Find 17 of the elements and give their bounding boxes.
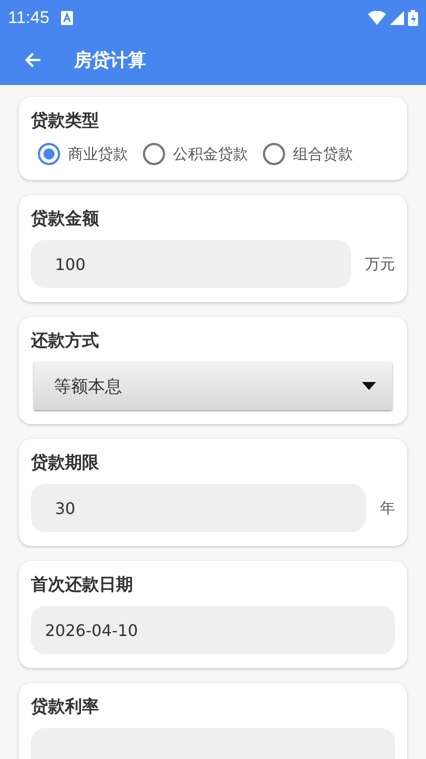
section-title: 还款方式 bbox=[31, 330, 100, 352]
section-title: 贷款金额 bbox=[31, 208, 100, 230]
radio-option[interactable]: 公积金贷款 bbox=[142, 142, 248, 166]
section-title: 贷款类型 bbox=[31, 110, 100, 132]
section-title: 首次还款日期 bbox=[31, 574, 134, 596]
radio-option[interactable]: 组合贷款 bbox=[262, 142, 353, 166]
section-title: 贷款利率 bbox=[31, 696, 100, 718]
input-field[interactable]: 30 bbox=[31, 484, 366, 532]
unit-label: 万元 bbox=[365, 254, 395, 274]
radio-option[interactable]: 商业贷款 bbox=[37, 142, 128, 166]
dropdown[interactable]: 等额本息 bbox=[34, 362, 392, 410]
unit-label: 年 bbox=[380, 498, 395, 518]
input-field[interactable]: 100 bbox=[31, 240, 351, 288]
date-field[interactable]: 2026-04-10 bbox=[31, 606, 395, 654]
app-title: 房贷计算 bbox=[74, 49, 146, 72]
status-time: 11:45 bbox=[8, 8, 50, 28]
section-title: 贷款期限 bbox=[31, 452, 100, 474]
